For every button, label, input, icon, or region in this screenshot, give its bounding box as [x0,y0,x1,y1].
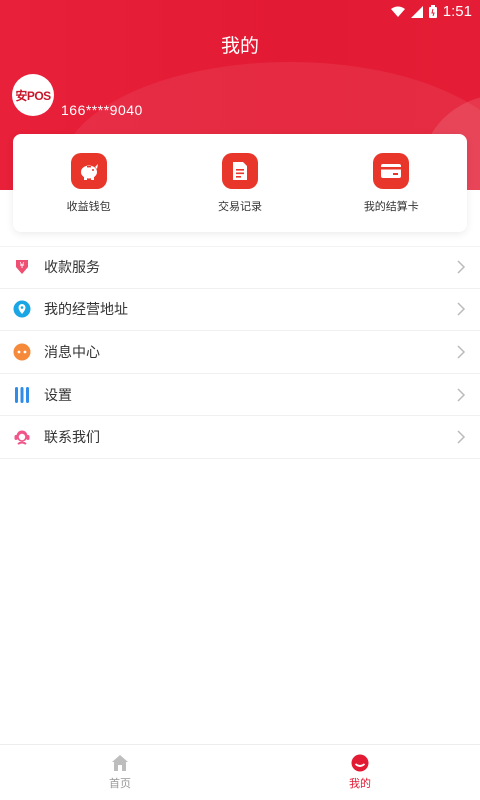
menu-list: ¥ 收款服务 我的经营地址 消息中心 设置 联系我们 [0,246,480,459]
bank-card-icon [373,152,410,189]
document-icon [221,152,258,189]
settlement-card-label: 我的结算卡 [363,199,419,213]
yen-arrow-icon: ¥ [12,257,32,277]
settings-bars-icon [12,385,32,405]
menu-item-label: 我的经营地址 [44,302,128,319]
menu-item-label: 联系我们 [44,430,100,447]
chevron-right-icon [457,388,466,402]
bottom-tab-bar: 首页 我的 [0,744,480,800]
location-pin-icon [12,299,32,319]
chevron-right-icon [457,345,466,359]
tab-mine[interactable]: 我的 [240,745,480,800]
income-wallet-label: 收益钱包 [66,199,111,213]
menu-item-business-address[interactable]: 我的经营地址 [0,288,480,332]
tab-mine-label: 我的 [349,777,371,790]
chevron-right-icon [457,302,466,316]
chevron-right-icon [457,260,466,274]
chevron-right-icon [457,430,466,444]
menu-item-payment-service[interactable]: ¥ 收款服务 [0,246,480,289]
tab-home-label: 首页 [109,777,131,790]
phone-number: 166****9040 [61,102,143,118]
piggy-bank-icon [70,152,107,189]
transaction-records-label: 交易记录 [217,199,262,213]
svg-text:¥: ¥ [19,261,24,270]
page-title: 我的 [220,34,259,57]
status-time: 1:51 [442,3,472,20]
signal-icon [410,5,423,18]
menu-item-label: 消息中心 [44,344,100,361]
quick-actions-card: 收益钱包 交易记录 我的结算卡 [13,134,467,232]
menu-item-contact-us[interactable]: 联系我们 [0,416,480,459]
home-icon [112,755,128,771]
profile-section[interactable]: 安POS 166****9040 [12,74,143,118]
tab-home[interactable]: 首页 [0,745,240,800]
transaction-records-button[interactable]: 交易记录 [180,152,300,214]
wifi-icon [390,6,405,17]
status-bar: 1:51 [0,0,480,24]
menu-item-message-center[interactable]: 消息中心 [0,331,480,374]
battery-icon [428,5,437,18]
menu-item-label: 设置 [44,387,72,404]
settlement-card-button[interactable]: 我的结算卡 [331,152,451,214]
income-wallet-button[interactable]: 收益钱包 [29,152,149,214]
menu-item-settings[interactable]: 设置 [0,373,480,417]
profile-face-icon [351,754,369,772]
headset-service-icon [12,427,32,447]
avatar[interactable]: 安POS [12,74,54,116]
menu-item-label: 收款服务 [44,260,100,277]
chat-bubble-icon [12,342,32,362]
